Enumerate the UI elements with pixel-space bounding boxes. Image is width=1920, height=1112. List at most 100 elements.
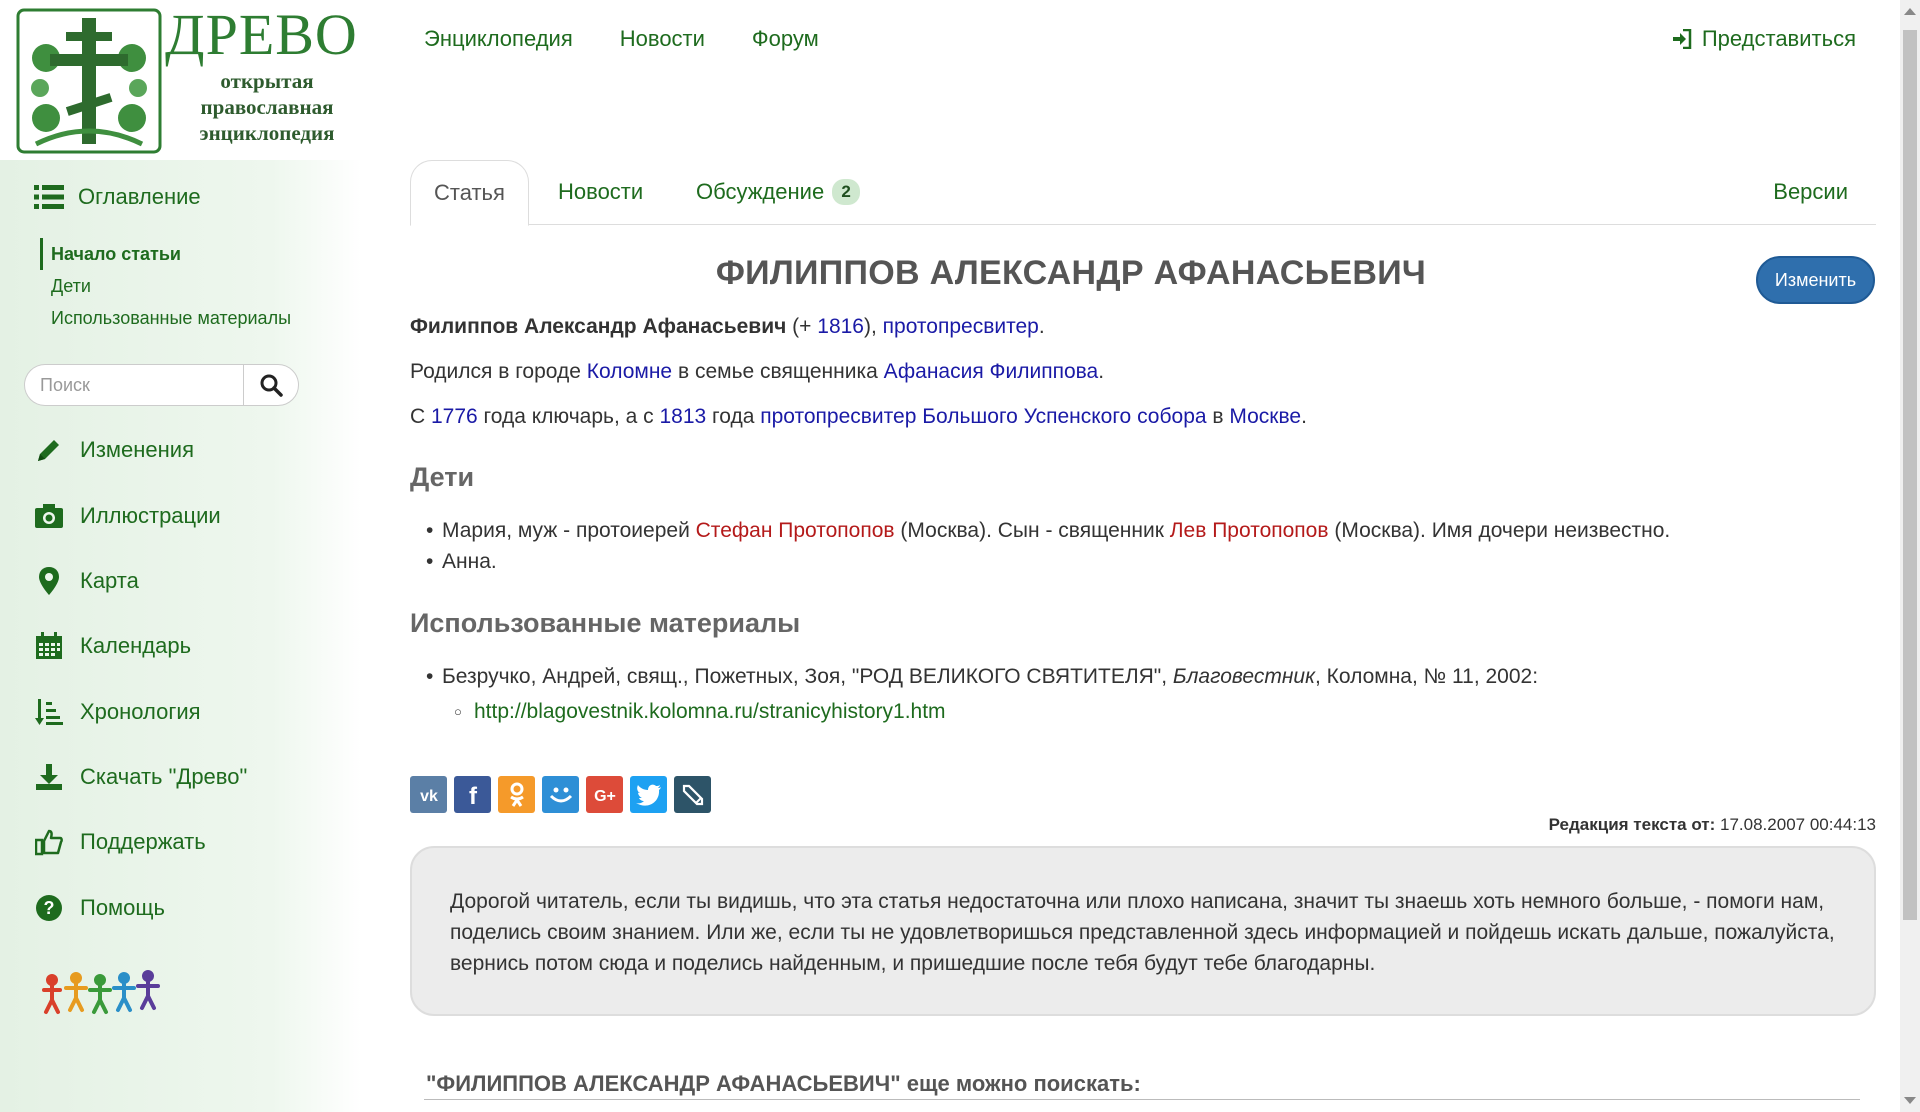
source-sublist: http://blagovestnik.kolomna.ru/stranicyh… [454,696,1538,727]
son-link[interactable]: Лев Протопопов [1170,519,1329,542]
text: Мария, муж - протоиерей [442,519,696,542]
discussion-count-badge: 2 [832,179,860,205]
pencil-icon [34,435,64,465]
scroll-down-arrow-icon[interactable] [1904,1097,1916,1104]
nav-news[interactable]: Новости [620,26,705,52]
text: Безручко, Андрей, свящ., Пожетных, Зоя, … [442,665,1173,688]
sort-order-icon [34,697,64,727]
moimir-share-icon[interactable] [542,776,579,813]
list-icon [34,185,64,209]
tab-news[interactable]: Новости [558,160,643,225]
sidebar: ДРЕВО открытая православная энциклопедия… [0,0,362,1112]
camera-icon [34,501,64,531]
sign-in-icon [1672,29,1692,49]
article-birth: Родился в городе Коломне в семье священн… [410,360,1104,384]
year-1813-link[interactable]: 1813 [659,405,706,428]
text: . [1038,315,1045,338]
list-item: Безручко, Андрей, свящ., Пожетных, Зоя, … [426,661,1539,727]
protopresbyter-link[interactable]: протопресвитер [883,315,1039,338]
source-url-link[interactable]: http://blagovestnik.kolomna.ru/stranicyh… [474,700,946,723]
facebook-share-icon[interactable]: f [454,776,491,813]
children-heading: Дети [410,462,475,492]
sidebar-item-help[interactable]: ? Помощь [34,888,165,928]
text: , Коломна, № 11, 2002: [1314,665,1539,688]
sidebar-item-calendar[interactable]: Календарь [34,626,191,666]
search-form [24,364,299,406]
cathedral-link[interactable]: протопресвитер Большого Успенского собор… [760,405,1206,428]
odnoklassniki-share-icon[interactable] [498,776,535,813]
search-input[interactable] [24,364,243,406]
father-link[interactable]: Афанасия Филиппова [884,360,1099,383]
share-bar: vk f G+ [410,776,718,813]
edit-date-value: 17.08.2007 00:44:13 [1720,815,1876,834]
tab-discussion-label: Обсуждение [696,179,825,204]
journal-title: Благовестник [1172,665,1315,688]
year-1776-link[interactable]: 1776 [431,405,478,428]
materials-heading: Использованные материалы [410,608,801,638]
materials-list: Безручко, Андрей, свящ., Пожетных, Зоя, … [426,661,1539,727]
toc-toggle[interactable]: Оглавление [34,184,201,210]
map-marker-icon [34,566,64,596]
sidebar-item-download[interactable]: Скачать "Древо" [34,757,247,797]
search-button[interactable] [243,364,299,406]
tab-article[interactable]: Статья [410,160,529,226]
list-item: Мария, муж - протоиерей Стефан Протопопо… [426,515,1670,546]
sidebar-item-changes[interactable]: Изменения [34,430,194,470]
text: (Москва). Сын - священник [894,519,1170,542]
nav-forum[interactable]: Форум [752,26,819,52]
sidebar-item-chronology[interactable]: Хронология [34,692,201,732]
moscow-link[interactable]: Москве [1229,405,1301,428]
site-logo[interactable]: ДРЕВО открытая православная энциклопедия [0,0,362,160]
tab-discussion[interactable]: Обсуждение 2 [696,160,860,225]
logo-title: ДРЕВО [165,2,358,67]
sidebar-item-label: Помощь [80,895,165,920]
orthodox-cross-emblem-icon [16,8,162,154]
page-title: ФИЛИППОВ АЛЕКСАНДР АФАНАСЬЕВИЧ [715,254,1427,292]
text: (+ [786,315,818,338]
toc-item-start[interactable]: Начало статьи [40,238,291,270]
kolomna-link[interactable]: Коломне [587,360,672,383]
toc-list: Начало статьи Дети Использованные матери… [40,238,291,334]
sidebar-item-label: Изменения [80,437,194,462]
text: года [706,405,761,428]
tab-versions[interactable]: Версии [1773,160,1848,225]
text: в семье священника [672,360,884,383]
download-icon [34,762,64,792]
login-link[interactable]: Представиться [1672,26,1856,52]
edit-date: Редакция текста от: 17.08.2007 00:44:13 [1549,815,1876,835]
twitter-share-icon[interactable] [630,776,667,813]
husband-link[interactable]: Стефан Протопопов [696,519,895,542]
logo-subtitle: открытая православная энциклопедия [199,69,335,145]
svg-text:f: f [469,783,478,808]
sidebar-item-label: Календарь [80,633,192,658]
scrollbar[interactable] [1900,0,1920,1112]
googleplus-share-icon[interactable]: G+ [586,776,623,813]
livejournal-share-icon[interactable] [674,776,711,813]
list-item: http://blagovestnik.kolomna.ru/stranicyh… [454,696,1538,727]
text: Родился в городе [410,360,587,383]
edit-button[interactable]: Изменить [1756,256,1875,304]
vk-share-icon[interactable]: vk [410,776,447,813]
article-career: С 1776 года ключарь, а с 1813 года прото… [410,405,1307,429]
sidebar-item-illustrations[interactable]: Иллюстрации [34,496,221,536]
svg-text:vk: vk [420,788,438,803]
scroll-up-arrow-icon[interactable] [1904,8,1916,15]
calendar-icon [34,631,64,661]
children-list: Мария, муж - протоиерей Стефан Протопопо… [426,515,1670,577]
article-intro: Филиппов Александр Афанасьевич (+ 1816),… [410,315,1045,339]
text: . [1098,360,1105,383]
year-1816-link[interactable]: 1816 [817,315,864,338]
svg-text:?: ? [44,898,55,918]
toc-item-materials[interactable]: Использованные материалы [40,302,291,334]
reader-notice: Дорогой читатель, если ты видишь, что эт… [410,846,1876,1016]
toc-item-children[interactable]: Дети [40,270,291,302]
sidebar-item-label: Иллюстрации [80,503,221,528]
people-logo-icon[interactable] [42,970,162,1018]
sidebar-item-map[interactable]: Карта [34,561,139,601]
nav-encyclopedia[interactable]: Энциклопедия [424,26,573,52]
sidebar-item-support[interactable]: Поддержать [34,822,206,862]
scrollbar-thumb[interactable] [1903,30,1917,920]
text: ), [863,315,883,338]
question-circle-icon: ? [34,893,64,923]
sidebar-item-label: Карта [80,568,139,593]
